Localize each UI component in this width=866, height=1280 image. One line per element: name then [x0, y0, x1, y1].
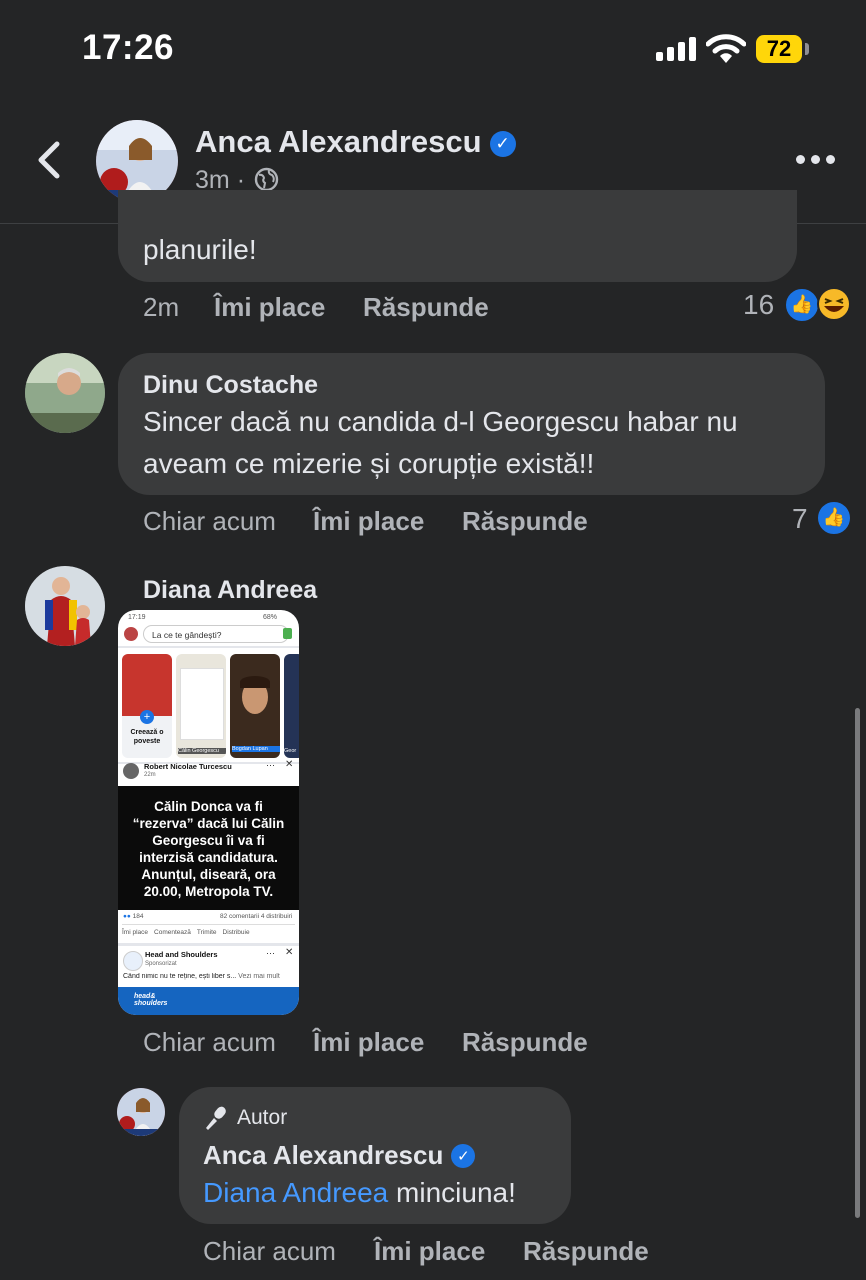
thumb-status-battery: 68%: [263, 614, 278, 621]
thumb-story: Geor: [284, 654, 299, 758]
thumb-status-time: 17:19: [128, 614, 146, 621]
thumb-action-share: Distribuie: [222, 929, 250, 936]
author-name[interactable]: Anca Alexandrescu ✓: [195, 124, 516, 160]
reply-link[interactable]: Răspunde: [523, 1236, 649, 1267]
thumb-ad-avatar: [123, 951, 143, 971]
battery-icon: 72: [756, 35, 802, 63]
like-link-text[interactable]: Îmi place: [313, 506, 424, 536]
verified-badge-icon: ✓: [489, 131, 516, 157]
microphone-icon: [206, 1106, 226, 1130]
thumb-close-icon: ✕: [285, 759, 294, 770]
like-link-text[interactable]: Îmi place: [313, 1027, 424, 1057]
commenter-name[interactable]: Diana Andreea: [143, 576, 317, 605]
thumb-composer: La ce te gândești?: [143, 625, 289, 643]
globe-icon: [254, 167, 279, 192]
thumb-action-like: Îmi place: [122, 929, 149, 936]
thumb-post-time: 22m: [144, 772, 156, 778]
cellular-signal-icon: [656, 37, 696, 61]
comment-text: planurile!: [143, 234, 257, 265]
thumb-action-send: Trimite: [196, 929, 217, 936]
reply-text: Diana Andreea minciuna!: [203, 1172, 516, 1214]
thumb-post-author: Robert Nicolae Turcescu: [144, 762, 232, 771]
like-link-text[interactable]: Îmi place: [214, 292, 325, 322]
thumb-story-create-label: Creează o poveste: [130, 729, 164, 745]
mention-link[interactable]: Diana Andreea: [203, 1177, 388, 1208]
more-options-icon[interactable]: [796, 155, 835, 164]
reply-author-name[interactable]: Anca Alexandrescu ✓: [203, 1140, 476, 1171]
author-name-text[interactable]: Anca Alexandrescu: [195, 124, 482, 159]
comment-time: 2m: [143, 292, 180, 322]
verified-badge-icon: ✓: [451, 1144, 476, 1168]
thumb-story: Bogdan Lupan: [230, 654, 280, 758]
commenter-avatar[interactable]: [25, 353, 105, 433]
thumb-more-icon: ⋯: [266, 760, 275, 770]
reply-time: Chiar acum: [203, 1236, 336, 1266]
attached-screenshot-image[interactable]: 17:19 68% La ce te gândești? + Creează o…: [118, 610, 299, 1015]
thumb-reaction-icons: ●●: [123, 913, 131, 920]
thumb-story-label: Călin Georgescu: [178, 748, 226, 754]
like-link-text[interactable]: Îmi place: [374, 1236, 485, 1266]
like-link[interactable]: Îmi place: [313, 506, 424, 537]
thumb-story-create: + Creează o poveste: [122, 654, 172, 758]
reply-link[interactable]: Răspunde: [462, 1027, 588, 1058]
thumb-avatar: [124, 627, 138, 641]
battery-tip: [805, 43, 809, 55]
wifi-icon: [706, 34, 746, 63]
commenter-name[interactable]: Dinu Costache: [143, 371, 318, 400]
reply-link[interactable]: Răspunde: [462, 506, 588, 537]
haha-reaction-icon: [817, 287, 851, 321]
comment-text-line-2: aveam ce mizerie și corupție există!!: [143, 448, 595, 479]
thumb-post-text: Călin Donca va fi “rezerva” dacă lui Căl…: [118, 786, 299, 910]
reply-author-name-text[interactable]: Anca Alexandrescu: [203, 1140, 443, 1170]
thumb-story-label: Geor: [284, 748, 297, 754]
reply-link-text[interactable]: Răspunde: [363, 292, 489, 322]
reply-link-text[interactable]: Răspunde: [462, 1027, 588, 1057]
reaction-count[interactable]: 16: [743, 289, 774, 321]
commenter-avatar[interactable]: [25, 566, 105, 646]
comment-time: Chiar acum: [143, 1027, 276, 1057]
thumb-post-stats: 82 comentarii 4 distribuiri: [220, 913, 293, 920]
thumb-ad-sponsored: Sponsorizat: [145, 961, 177, 967]
like-link[interactable]: Îmi place: [374, 1236, 485, 1267]
like-reaction-icon: 👍: [816, 500, 852, 536]
thumb-ad-name: Head and Shoulders: [145, 950, 218, 959]
thumb-story: Călin Georgescu: [176, 654, 226, 758]
thumb-ad-banner: head& shoulders: [118, 987, 299, 1015]
thumb-ad-close-icon: ✕: [285, 947, 294, 958]
reaction-count[interactable]: 7: [792, 503, 808, 535]
like-reaction-icon: 👍: [784, 287, 820, 323]
reply-link-text[interactable]: Răspunde: [523, 1236, 649, 1266]
like-link[interactable]: Îmi place: [214, 292, 325, 323]
thumb-ad-more-icon: ⋯: [266, 948, 275, 958]
comment-time: Chiar acum: [143, 506, 276, 536]
thumb-post-avatar: [123, 763, 139, 779]
scrollbar[interactable]: [855, 708, 860, 1218]
thumb-ad-logo: head& shoulders: [134, 993, 168, 1007]
thumb-action-comment: Comentează: [154, 929, 191, 936]
comment-text-line-1: Sincer dacă nu candida d-l Georgescu hab…: [143, 406, 738, 437]
back-arrow-icon[interactable]: [30, 136, 70, 184]
reply-link-text[interactable]: Răspunde: [462, 506, 588, 536]
thumb-ad-text: Când nimic nu te reține, ești liber s...: [123, 973, 237, 980]
reply-link[interactable]: Răspunde: [363, 292, 489, 323]
author-badge: Autor: [237, 1106, 288, 1129]
reply-text-content: minciuna!: [388, 1177, 516, 1208]
thumb-ad-more: Vezi mai mult: [238, 973, 280, 980]
like-link[interactable]: Îmi place: [313, 1027, 424, 1058]
status-time: 17:26: [82, 28, 175, 67]
thumb-photo-icon: [283, 628, 292, 639]
reply-author-avatar[interactable]: [117, 1088, 165, 1136]
thumb-story-label: Bogdan Lupan: [232, 746, 280, 752]
thumb-post-reactions: 184: [132, 913, 144, 920]
